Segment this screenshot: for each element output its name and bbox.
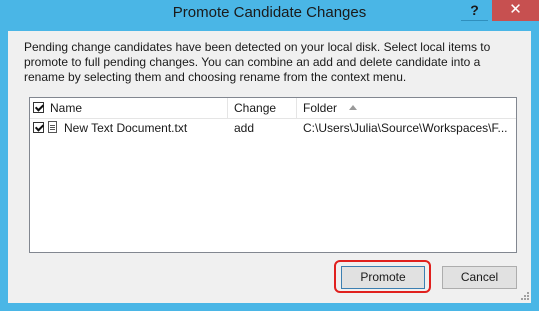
cancel-button[interactable]: Cancel bbox=[442, 266, 517, 289]
close-icon: ✕ bbox=[509, 1, 522, 18]
title-bar[interactable]: Promote Candidate Changes ? ✕ bbox=[0, 0, 539, 27]
text-document-icon bbox=[48, 121, 57, 133]
list-item[interactable]: New Text Document.txt add C:\Users\Julia… bbox=[30, 118, 516, 138]
resize-grip-icon[interactable] bbox=[520, 291, 530, 301]
dialog-body: Pending change candidates have been dete… bbox=[8, 31, 531, 303]
column-name-label: Name bbox=[50, 101, 83, 115]
item-folder: C:\Users\Julia\Source\Workspaces\F... bbox=[303, 121, 508, 135]
promote-button[interactable]: Promote bbox=[341, 266, 425, 289]
close-button[interactable]: ✕ bbox=[492, 0, 539, 21]
column-header-folder[interactable]: Folder bbox=[297, 98, 516, 118]
column-header-change[interactable]: Change bbox=[228, 98, 297, 118]
dialog-window: Promote Candidate Changes ? ✕ Pending ch… bbox=[0, 0, 539, 311]
list-header: Name Change Folder bbox=[30, 98, 516, 119]
candidate-list[interactable]: Name Change Folder New Text Document.txt… bbox=[29, 97, 517, 253]
select-all-checkbox[interactable] bbox=[33, 102, 44, 113]
sort-ascending-icon bbox=[349, 105, 357, 110]
window-title: Promote Candidate Changes bbox=[172, 4, 367, 21]
item-change: add bbox=[234, 121, 255, 135]
help-button[interactable]: ? bbox=[461, 0, 488, 21]
column-folder-label: Folder bbox=[303, 101, 338, 115]
item-name: New Text Document.txt bbox=[64, 121, 188, 135]
help-icon: ? bbox=[470, 2, 479, 18]
item-checkbox[interactable] bbox=[33, 122, 44, 133]
column-header-name[interactable]: Name bbox=[30, 98, 228, 118]
instructions-text: Pending change candidates have been dete… bbox=[24, 40, 491, 84]
